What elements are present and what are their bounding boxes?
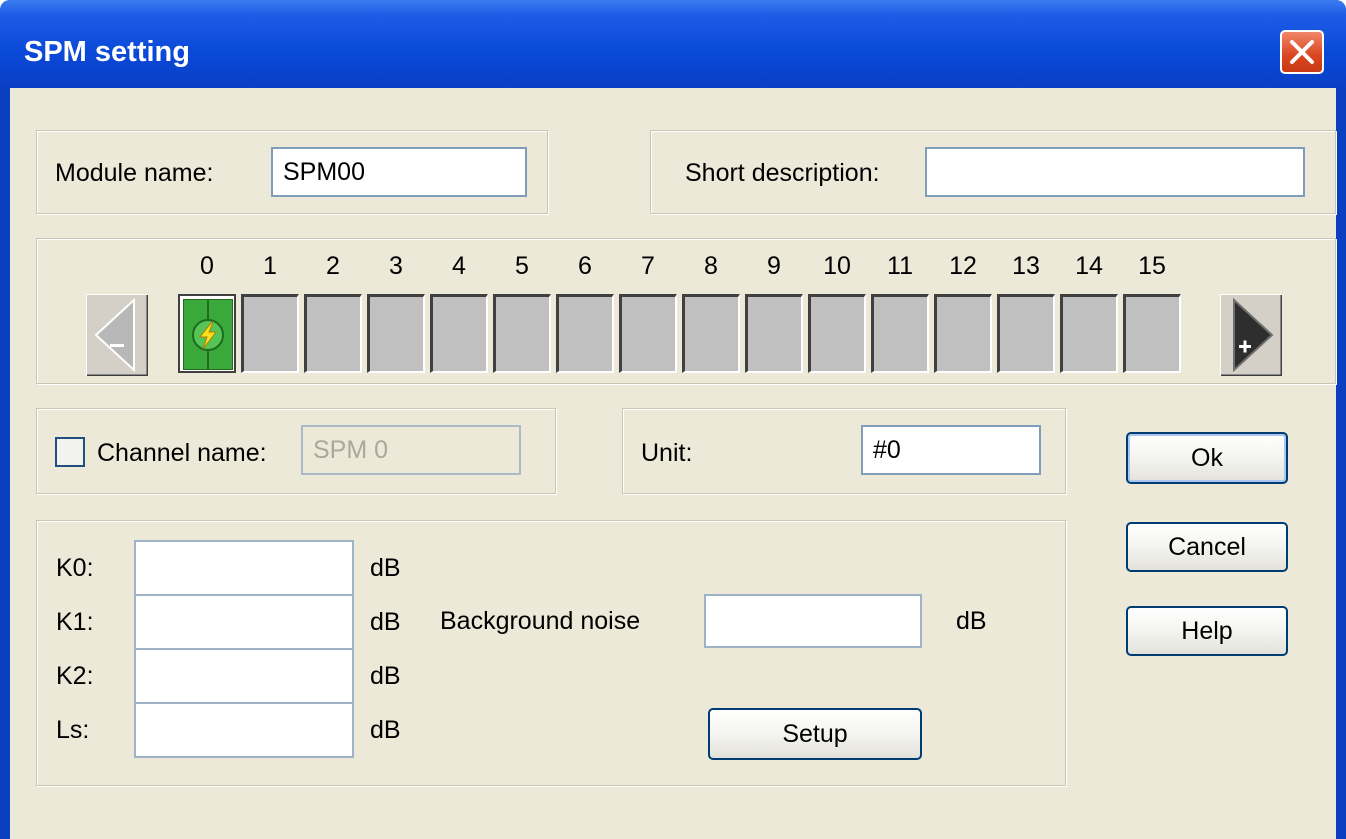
channel-slot[interactable] [1060,294,1118,373]
channel-slot[interactable] [241,294,299,373]
channel-name-group: Channel name: SPM 0 [36,408,556,494]
channel-slot[interactable] [367,294,425,373]
channel-slot[interactable] [430,294,488,373]
param-label: K2: [56,662,94,690]
channel-name-checkbox[interactable] [55,437,85,467]
cancel-button[interactable]: Cancel [1126,522,1288,572]
channel-slot[interactable] [871,294,929,373]
param-input[interactable] [134,540,354,596]
module-name-input[interactable]: SPM00 [271,147,527,197]
channel-slot[interactable] [682,294,740,373]
short-description-label: Short description: [685,159,880,187]
param-unit: dB [370,716,401,744]
channel-number: 7 [641,252,655,280]
module-name-group: Module name: SPM00 [36,130,548,214]
channel-number: 0 [200,252,214,280]
unit-input[interactable]: #0 [861,425,1041,475]
short-description-group: Short description: [650,130,1336,214]
param-unit: dB [370,608,401,636]
param-input[interactable] [134,594,354,650]
channel-slot[interactable] [934,294,992,373]
background-noise-label: Background noise [440,607,641,635]
param-unit: dB [370,554,401,582]
channel-number: 10 [823,252,851,280]
channel-number: 5 [515,252,529,280]
previous-channel-button[interactable] [85,293,150,378]
help-button[interactable]: Help [1126,606,1288,656]
background-noise-input[interactable] [704,594,922,648]
channel-number: 3 [389,252,403,280]
dialog-body: Module name: SPM00 Short description: Ch… [10,88,1336,839]
lightning-bolt-icon [192,300,224,369]
channel-slot[interactable] [619,294,677,373]
channel-slot[interactable] [745,294,803,373]
background-noise-unit: dB [956,607,987,635]
window-title: SPM setting [24,36,190,68]
channel-slot[interactable] [493,294,551,373]
channel-number: 8 [704,252,718,280]
channel-slot[interactable] [178,294,236,373]
channel-number: 2 [326,252,340,280]
channel-number: 13 [1012,252,1040,280]
param-label: Ls: [56,716,90,744]
channel-slot[interactable] [1123,294,1181,373]
param-label: K1: [56,608,94,636]
unit-label: Unit: [641,439,693,467]
channel-slot[interactable] [304,294,362,373]
channel-number: 1 [263,252,277,280]
channel-slot[interactable] [997,294,1055,373]
channel-number: 9 [767,252,781,280]
channel-number: 12 [949,252,977,280]
right-arrow-icon [1219,293,1284,378]
spm-setting-window: SPM setting Module name: SPM00 Short des… [0,0,1346,839]
channel-name-label[interactable]: Channel name: [97,439,267,468]
param-input[interactable] [134,648,354,704]
module-name-label: Module name: [55,159,214,187]
channel-active-indicator [183,299,233,370]
unit-group: Unit: #0 [622,408,1066,494]
channel-name-input[interactable]: SPM 0 [301,425,521,475]
channel-number: 11 [887,252,913,280]
close-icon [1290,40,1314,64]
param-unit: dB [370,662,401,690]
param-label: K0: [56,554,94,582]
next-channel-button[interactable] [1219,293,1284,378]
setup-button[interactable]: Setup [708,708,922,760]
channel-number: 15 [1138,252,1166,280]
title-bar[interactable]: SPM setting [0,0,1346,88]
channel-number: 14 [1075,252,1103,280]
channel-slot[interactable] [808,294,866,373]
short-description-input[interactable] [925,147,1305,197]
left-arrow-icon [85,293,150,378]
channel-number: 6 [578,252,592,280]
ok-button[interactable]: Ok [1126,432,1288,484]
close-button[interactable] [1280,30,1324,74]
channel-number: 4 [452,252,466,280]
channel-slot[interactable] [556,294,614,373]
param-input[interactable] [134,702,354,758]
